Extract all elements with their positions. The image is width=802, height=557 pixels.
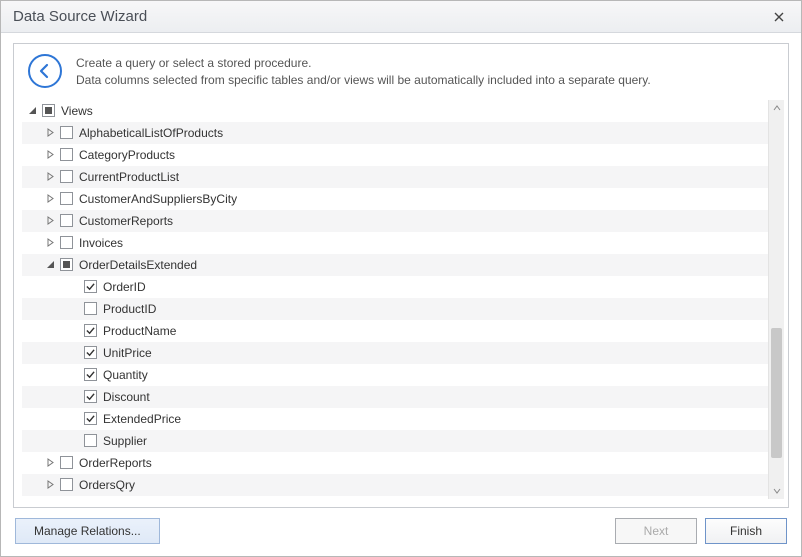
scroll-thumb[interactable] bbox=[771, 328, 782, 458]
tree-item-label: Invoices bbox=[79, 236, 123, 250]
tree-item-label: CategoryProducts bbox=[79, 148, 175, 162]
caret-right-icon[interactable] bbox=[44, 457, 56, 469]
titlebar: Data Source Wizard bbox=[1, 1, 801, 33]
back-button[interactable] bbox=[28, 54, 62, 88]
caret-right-icon[interactable] bbox=[44, 237, 56, 249]
tree-root-views[interactable]: Views bbox=[22, 100, 768, 122]
close-icon[interactable] bbox=[767, 5, 791, 29]
tree-item-label: UnitPrice bbox=[103, 346, 152, 360]
checkbox[interactable] bbox=[60, 478, 73, 491]
tree-view-item[interactable]: CustomerReports bbox=[22, 210, 768, 232]
caret-right-icon[interactable] bbox=[44, 215, 56, 227]
tree-column-item[interactable]: Quantity bbox=[22, 364, 768, 386]
tree-item-label: ExtendedPrice bbox=[103, 412, 181, 426]
caret-down-icon[interactable] bbox=[26, 105, 38, 117]
caret-down-icon[interactable] bbox=[44, 259, 56, 271]
wizard-panel: Create a query or select a stored proced… bbox=[13, 43, 789, 508]
tree-view-item[interactable]: CustomerAndSuppliersByCity bbox=[22, 188, 768, 210]
header-text: Create a query or select a stored proced… bbox=[76, 55, 651, 90]
checkbox[interactable] bbox=[84, 368, 97, 381]
tree-item-label: Discount bbox=[103, 390, 150, 404]
header-line2: Data columns selected from specific tabl… bbox=[76, 72, 651, 89]
checkbox[interactable] bbox=[60, 192, 73, 205]
checkbox[interactable] bbox=[42, 104, 55, 117]
tree-item-label: CustomerReports bbox=[79, 214, 173, 228]
caret-right-icon[interactable] bbox=[44, 193, 56, 205]
checkbox[interactable] bbox=[60, 236, 73, 249]
checkbox[interactable] bbox=[60, 126, 73, 139]
checkbox[interactable] bbox=[60, 170, 73, 183]
tree-view-item[interactable]: OrderReports bbox=[22, 452, 768, 474]
tree-view-item[interactable]: CategoryProducts bbox=[22, 144, 768, 166]
caret-right-icon[interactable] bbox=[44, 127, 56, 139]
window-title: Data Source Wizard bbox=[13, 8, 767, 25]
checkbox[interactable] bbox=[84, 346, 97, 359]
checkbox[interactable] bbox=[84, 390, 97, 403]
scroll-down-icon[interactable] bbox=[769, 483, 784, 499]
tree-item-label: OrderID bbox=[103, 280, 146, 294]
checkbox[interactable] bbox=[84, 412, 97, 425]
tree-item-label: OrdersQry bbox=[79, 478, 135, 492]
checkbox[interactable] bbox=[84, 434, 97, 447]
tree-view-item[interactable]: CurrentProductList bbox=[22, 166, 768, 188]
checkbox[interactable] bbox=[84, 302, 97, 315]
header-line1: Create a query or select a stored proced… bbox=[76, 55, 651, 72]
checkbox[interactable] bbox=[60, 148, 73, 161]
tree-column-item[interactable]: ExtendedPrice bbox=[22, 408, 768, 430]
tree-view[interactable]: Views AlphabeticalListOfProducts CategoryP… bbox=[22, 100, 768, 499]
button-row: Manage Relations... Next Finish bbox=[13, 508, 789, 544]
tree-item-label: ProductID bbox=[103, 302, 156, 316]
tree-item-label: Quantity bbox=[103, 368, 148, 382]
tree-column-item[interactable]: OrderID bbox=[22, 276, 768, 298]
caret-right-icon[interactable] bbox=[44, 479, 56, 491]
checkbox[interactable] bbox=[60, 214, 73, 227]
scrollbar[interactable] bbox=[768, 100, 784, 499]
tree-view-item[interactable]: AlphabeticalListOfProducts bbox=[22, 122, 768, 144]
caret-right-icon[interactable] bbox=[44, 171, 56, 183]
caret-right-icon[interactable] bbox=[44, 149, 56, 161]
tree-item-label: OrderReports bbox=[79, 456, 152, 470]
scroll-up-icon[interactable] bbox=[769, 100, 784, 116]
tree-column-item[interactable]: ProductName bbox=[22, 320, 768, 342]
checkbox[interactable] bbox=[84, 280, 97, 293]
checkbox[interactable] bbox=[60, 258, 73, 271]
checkbox[interactable] bbox=[60, 456, 73, 469]
tree-column-item[interactable]: Supplier bbox=[22, 430, 768, 452]
tree-view-item[interactable]: OrdersQry bbox=[22, 474, 768, 496]
tree-item-label: Supplier bbox=[103, 434, 147, 448]
next-button: Next bbox=[615, 518, 697, 544]
tree-item-label: OrderDetailsExtended bbox=[79, 258, 197, 272]
tree-column-item[interactable]: UnitPrice bbox=[22, 342, 768, 364]
tree-view-item[interactable]: Invoices bbox=[22, 232, 768, 254]
tree-column-item[interactable]: Discount bbox=[22, 386, 768, 408]
tree-item-label: CurrentProductList bbox=[79, 170, 179, 184]
tree-column-item[interactable]: ProductID bbox=[22, 298, 768, 320]
manage-relations-button[interactable]: Manage Relations... bbox=[15, 518, 160, 544]
tree-item-label: Views bbox=[61, 104, 93, 118]
tree-item-label: ProductName bbox=[103, 324, 176, 338]
tree-item-label: AlphabeticalListOfProducts bbox=[79, 126, 223, 140]
finish-button[interactable]: Finish bbox=[705, 518, 787, 544]
checkbox[interactable] bbox=[84, 324, 97, 337]
tree-view-item[interactable]: OrderDetailsExtended bbox=[22, 254, 768, 276]
tree-item-label: CustomerAndSuppliersByCity bbox=[79, 192, 237, 206]
